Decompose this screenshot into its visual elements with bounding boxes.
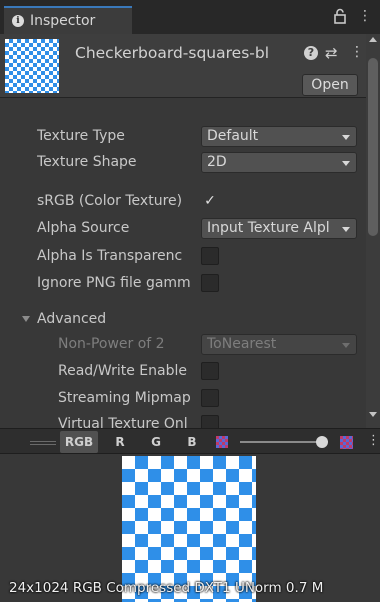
ignore-png-gamma-checkbox[interactable] <box>201 274 219 292</box>
tab-bar: i Inspector ⋮ <box>0 0 380 34</box>
alpha-source-label: Alpha Source <box>37 220 130 236</box>
non-power-of-2-value: ToNearest <box>207 336 277 352</box>
channel-g-button[interactable]: G <box>146 431 166 453</box>
channel-rgb-button[interactable]: RGB <box>60 431 98 453</box>
read-write-label: Read/Write Enable <box>58 363 187 379</box>
advanced-foldout[interactable]: Advanced <box>0 307 366 331</box>
inspector-window: i Inspector ⋮ Checkerboard-squares-bl ? … <box>0 0 380 602</box>
lock-icon[interactable] <box>333 8 347 24</box>
ignore-png-gamma-row: Ignore PNG file gamm <box>0 271 366 295</box>
texture-shape-dropdown[interactable]: 2D <box>201 152 357 173</box>
virtual-texture-label: Virtual Texture Onl <box>58 416 188 428</box>
chevron-down-icon <box>342 161 350 166</box>
alpha-transparency-checkbox[interactable] <box>201 247 219 265</box>
header-menu-icon[interactable]: ⋮ <box>350 44 364 60</box>
resize-grip-line <box>30 444 56 445</box>
mip-level-slider[interactable] <box>240 441 322 443</box>
srgb-label: sRGB (Color Texture) <box>37 193 183 209</box>
virtual-texture-row: Virtual Texture Onl <box>0 412 366 428</box>
alpha-source-value: Input Texture Alpl <box>207 220 330 236</box>
mip-level-icon <box>340 436 353 449</box>
read-write-checkbox[interactable] <box>201 362 219 380</box>
vertical-scrollbar[interactable] <box>366 34 380 428</box>
texture-shape-label: Texture Shape <box>37 154 137 170</box>
alpha-source-row: Alpha Source Input Texture Alpl <box>0 216 366 240</box>
alpha-channel-icon[interactable] <box>216 436 228 448</box>
texture-info-text: 24x1024 RGB Compressed DXT1 UNorm 0.7 M <box>9 580 324 596</box>
texture-type-label: Texture Type <box>37 128 125 144</box>
chevron-down-icon <box>342 135 350 140</box>
texture-type-value: Default <box>207 128 259 144</box>
mip-level-slider-knob[interactable] <box>316 436 328 448</box>
import-settings: Texture Type Default Texture Shape 2D sR… <box>0 99 366 428</box>
streaming-mipmaps-row: Streaming Mipmap <box>0 386 366 410</box>
channel-r-button[interactable]: R <box>110 431 130 453</box>
tab-inspector[interactable]: i Inspector <box>4 6 132 34</box>
help-icon[interactable]: ? <box>304 46 318 60</box>
resize-grip[interactable] <box>30 441 56 442</box>
streaming-mipmaps-checkbox[interactable] <box>201 389 219 407</box>
streaming-mipmaps-label: Streaming Mipmap <box>58 390 191 406</box>
scroll-up-icon[interactable] <box>369 37 377 42</box>
alpha-transparency-label: Alpha Is Transparenc <box>37 248 183 264</box>
non-power-of-2-label: Non-Power of 2 <box>58 336 165 352</box>
non-power-of-2-dropdown: ToNearest <box>201 334 357 355</box>
srgb-checkbox[interactable]: ✓ <box>201 192 219 210</box>
scroll-down-icon[interactable] <box>369 412 377 417</box>
srgb-row: sRGB (Color Texture) ✓ <box>0 189 366 213</box>
tab-menu-icon[interactable]: ⋮ <box>358 9 372 23</box>
texture-type-dropdown[interactable]: Default <box>201 126 357 147</box>
info-icon: i <box>12 15 24 27</box>
advanced-label: Advanced <box>37 311 107 327</box>
asset-name: Checkerboard-squares-bl <box>75 44 270 62</box>
channel-b-button[interactable]: B <box>182 431 202 453</box>
texture-preview: 24x1024 RGB Compressed DXT1 UNorm 0.7 M <box>0 454 380 602</box>
foldout-arrow-icon <box>22 316 30 322</box>
non-power-of-2-row: Non-Power of 2 ToNearest <box>0 332 366 356</box>
chevron-down-icon <box>342 343 350 348</box>
tab-label: Inspector <box>30 13 96 29</box>
scrollbar-thumb[interactable] <box>368 58 378 236</box>
preview-toolbar: RGB R G B ⋮ <box>0 428 380 454</box>
texture-info-label: 24x1024 RGB Compressed DXT1 UNorm 0.7 M <box>0 580 380 596</box>
ignore-png-gamma-label: Ignore PNG file gamm <box>37 275 191 291</box>
read-write-row: Read/Write Enable <box>0 359 366 383</box>
preset-settings-icon[interactable]: ⇄ <box>325 44 338 62</box>
virtual-texture-checkbox[interactable] <box>201 415 219 428</box>
texture-thumbnail <box>5 39 59 93</box>
open-button[interactable]: Open <box>302 74 358 96</box>
texture-type-row: Texture Type Default <box>0 124 366 148</box>
texture-shape-row: Texture Shape 2D <box>0 150 366 174</box>
chevron-down-icon <box>342 227 350 232</box>
alpha-source-dropdown[interactable]: Input Texture Alpl <box>201 218 357 239</box>
texture-shape-value: 2D <box>207 154 227 170</box>
alpha-transparency-row: Alpha Is Transparenc <box>0 244 366 268</box>
preview-menu-icon[interactable]: ⋮ <box>367 433 380 448</box>
asset-header: Checkerboard-squares-bl ? ⇄ ⋮ Open <box>0 34 366 98</box>
